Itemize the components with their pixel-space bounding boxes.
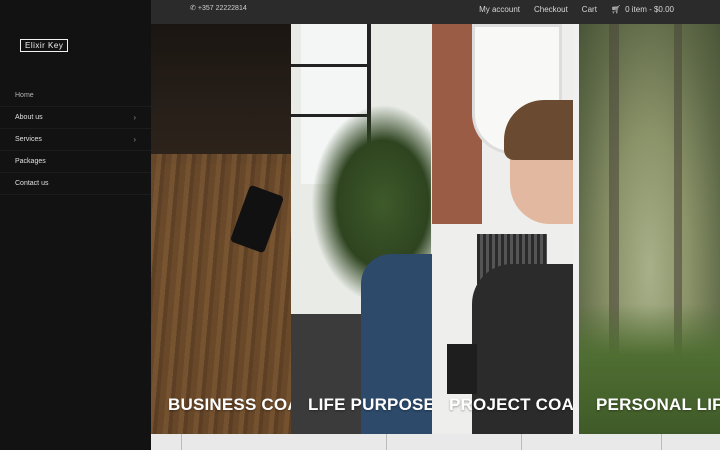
sidebar-item-label: Contact us xyxy=(15,180,49,187)
panel-title: BUSINESS COA xyxy=(168,395,291,414)
sidebar-item-home[interactable]: Home xyxy=(0,85,151,107)
panel-image xyxy=(151,24,291,164)
sidebar-item-label: Packages xyxy=(15,158,46,165)
cart-link[interactable]: Cart xyxy=(582,5,597,14)
sidebar-item-contact-us[interactable]: Contact us xyxy=(0,173,151,195)
sidebar-item-services[interactable]: Services › xyxy=(0,129,151,151)
sidebar-item-label: About us xyxy=(15,114,43,121)
sidebar-item-label: Services xyxy=(15,136,42,143)
panel-title: LIFE PURPOSE xyxy=(308,395,432,414)
next-section-preview xyxy=(151,434,720,450)
cart-summary-link[interactable]: 🛒︎ 0 item - $0.00 xyxy=(611,5,674,14)
sidebar-item-about-us[interactable]: About us › xyxy=(0,107,151,129)
chevron-right-icon: › xyxy=(133,135,136,144)
sidebar: Elixir Key Home About us › Services › Pa… xyxy=(0,0,151,450)
panel-title: PROJECT COAC xyxy=(449,395,573,414)
divider xyxy=(181,434,182,450)
my-account-link[interactable]: My account xyxy=(479,5,520,14)
divider xyxy=(521,434,522,450)
divider xyxy=(661,434,662,450)
divider xyxy=(386,434,387,450)
chevron-right-icon: › xyxy=(133,113,136,122)
hero-panels: BUSINESS COA LIFE PURPOSE PROJECT COAC P… xyxy=(151,24,720,434)
shopping-cart-icon: 🛒︎ xyxy=(610,5,622,14)
sidebar-item-packages[interactable]: Packages xyxy=(0,151,151,173)
panel-life-purpose[interactable]: LIFE PURPOSE xyxy=(291,24,432,434)
top-bar: ✆ +357 22222814 My account Checkout Cart … xyxy=(151,0,720,24)
panel-title: PERSONAL LIF xyxy=(596,395,720,414)
panel-personal-life[interactable]: PERSONAL LIF xyxy=(579,24,720,434)
site-logo[interactable]: Elixir Key xyxy=(20,39,69,52)
cart-summary: 0 item - $0.00 xyxy=(625,5,674,14)
phone-number: +357 22222814 xyxy=(197,5,247,12)
window-bar xyxy=(291,64,371,67)
panel-image-laptop xyxy=(447,344,477,394)
panel-business-coaching[interactable]: BUSINESS COA xyxy=(151,24,291,434)
panel-project-coaching[interactable]: PROJECT COAC xyxy=(432,24,573,434)
sidebar-item-label: Home xyxy=(15,92,34,99)
sidebar-nav: Home About us › Services › Packages Cont… xyxy=(0,85,151,195)
checkout-link[interactable]: Checkout xyxy=(534,5,568,14)
top-links: My account Checkout Cart 🛒︎ 0 item - $0.0… xyxy=(479,5,674,14)
phone-contact[interactable]: ✆ +357 22222814 xyxy=(190,4,247,12)
phone-icon: ✆ xyxy=(190,5,196,12)
